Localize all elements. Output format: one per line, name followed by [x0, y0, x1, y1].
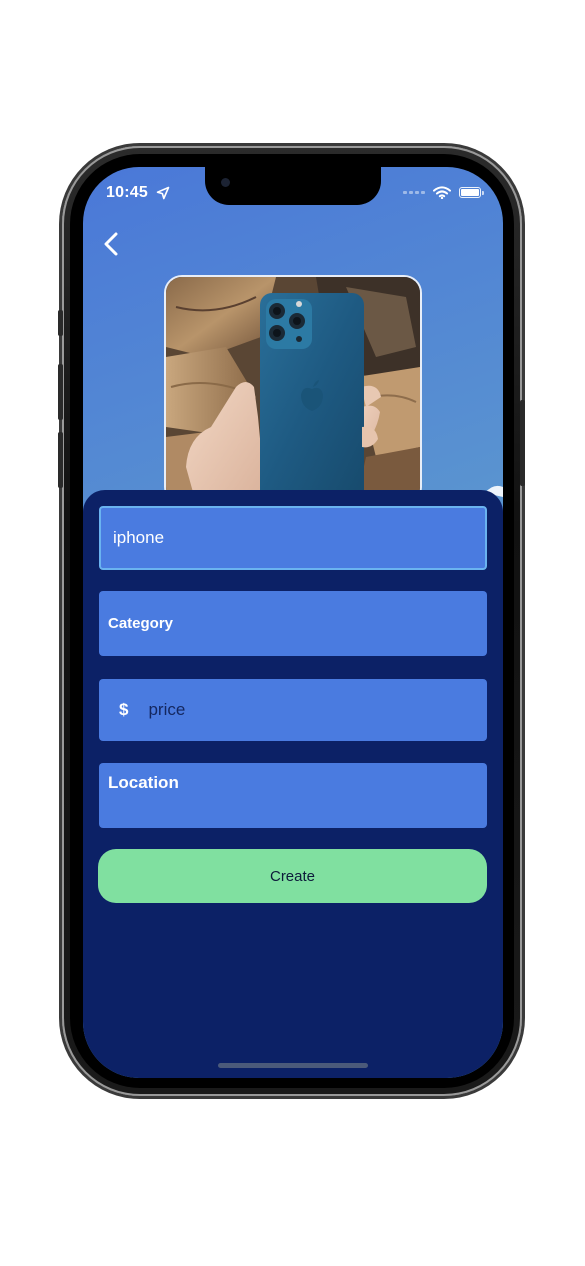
- location-label: Location: [108, 773, 179, 792]
- chevron-left-icon: [104, 232, 118, 256]
- screen: 10:45 iphone Category $ price Location C…: [83, 167, 503, 1078]
- category-select[interactable]: Category: [99, 591, 487, 656]
- power-button: [520, 400, 525, 486]
- create-button[interactable]: Create: [98, 849, 487, 903]
- battery-icon: [459, 187, 484, 198]
- status-time: 10:45: [106, 184, 148, 201]
- price-input[interactable]: $ price: [99, 679, 487, 741]
- front-camera: [221, 178, 230, 187]
- dollar-sign-icon: $: [119, 700, 129, 719]
- product-photo[interactable]: [164, 275, 422, 505]
- category-label: Category: [108, 615, 174, 632]
- status-icons: [403, 186, 484, 199]
- back-button[interactable]: [99, 231, 123, 257]
- create-button-label: Create: [269, 867, 316, 885]
- cellular-signal-icon: [403, 191, 425, 194]
- mute-switch: [58, 310, 63, 336]
- price-placeholder: price: [148, 700, 186, 719]
- location-input[interactable]: Location: [99, 763, 487, 828]
- wifi-icon: [433, 186, 451, 199]
- stage: 10:45 iphone Category $ price Location C…: [0, 0, 585, 1266]
- volume-down-button: [58, 432, 63, 488]
- form-sheet: iphone Category $ price Location Create: [83, 490, 503, 1078]
- name-input[interactable]: iphone: [99, 506, 487, 570]
- product-photo-image: [166, 277, 420, 503]
- volume-up-button: [58, 364, 63, 420]
- home-indicator[interactable]: [218, 1063, 368, 1068]
- name-input-value: iphone: [113, 528, 165, 547]
- location-arrow-icon: [156, 186, 170, 200]
- notch: [205, 167, 381, 205]
